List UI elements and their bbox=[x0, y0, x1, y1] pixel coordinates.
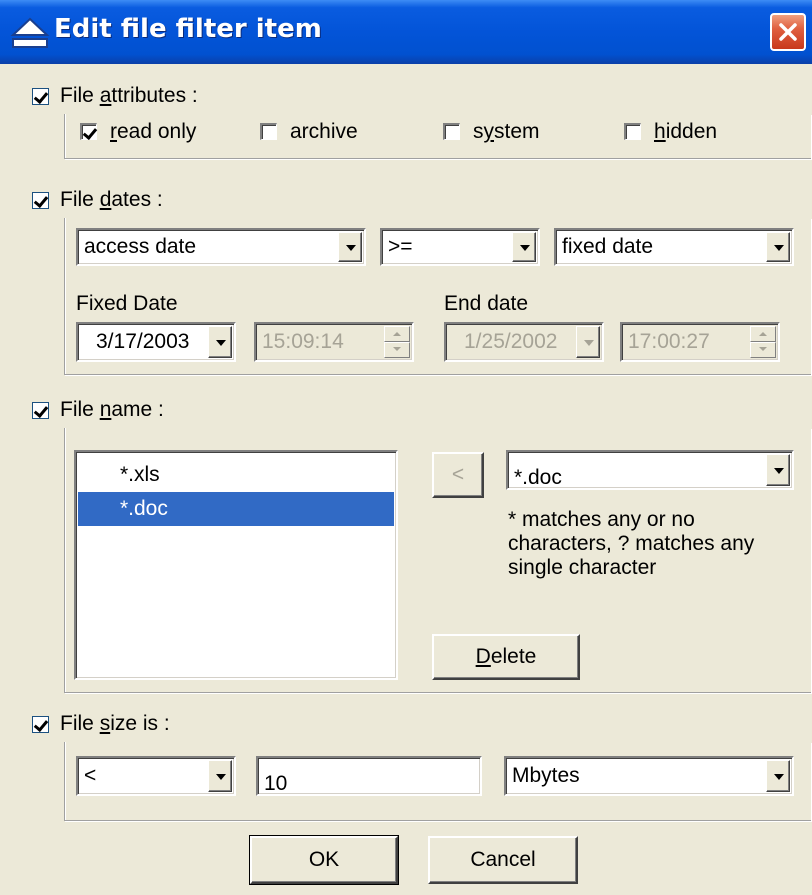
file-name-checkbox[interactable] bbox=[32, 402, 49, 419]
hidden-checkbox[interactable] bbox=[624, 123, 641, 140]
fixed-time-field[interactable]: 15:09:14 bbox=[254, 322, 414, 362]
close-icon bbox=[779, 23, 797, 41]
size-unit-select[interactable]: Mbytes bbox=[504, 756, 794, 796]
list-item[interactable]: *.xls bbox=[78, 458, 394, 492]
edit-file-filter-dialog: Edit file filter item File attributes : … bbox=[0, 0, 812, 895]
time-spinner[interactable] bbox=[384, 326, 410, 358]
cancel-button[interactable]: Cancel bbox=[428, 836, 578, 884]
file-dates-checkbox[interactable] bbox=[32, 192, 49, 209]
size-value-input[interactable]: 10 bbox=[256, 756, 482, 796]
chevron-down-icon[interactable] bbox=[208, 760, 232, 792]
file-attributes-checkbox[interactable] bbox=[32, 88, 49, 105]
system-checkbox[interactable] bbox=[443, 123, 460, 140]
chevron-down-icon[interactable] bbox=[338, 232, 362, 262]
add-pattern-button[interactable]: < bbox=[432, 452, 484, 498]
eject-icon bbox=[10, 17, 50, 48]
read-only-label: read only bbox=[110, 120, 197, 143]
window-title: Edit file filter item bbox=[54, 14, 322, 44]
wildcard-hint: * matches any or no characters, ? matche… bbox=[508, 508, 755, 579]
read-only-checkbox[interactable] bbox=[80, 123, 97, 140]
file-size-label: File size is : bbox=[60, 712, 170, 735]
file-name-label: File name : bbox=[60, 398, 164, 421]
end-date-label: End date bbox=[444, 292, 529, 315]
chevron-down-icon[interactable] bbox=[576, 326, 600, 358]
close-button[interactable] bbox=[770, 13, 806, 51]
delete-button[interactable]: Delete bbox=[432, 634, 580, 680]
file-dates-label: File dates : bbox=[60, 188, 163, 211]
pattern-input-combo[interactable]: *.doc bbox=[506, 450, 794, 490]
chevron-down-icon[interactable] bbox=[512, 232, 536, 262]
archive-label: archive bbox=[290, 120, 358, 143]
chevron-down-icon[interactable] bbox=[766, 454, 790, 486]
pattern-list[interactable]: *.xls *.doc bbox=[74, 450, 398, 680]
date-type-select[interactable]: access date bbox=[76, 228, 366, 266]
size-operator-select[interactable]: < bbox=[76, 756, 236, 796]
file-attributes-label: File attributes : bbox=[60, 84, 198, 107]
hidden-label: hidden bbox=[654, 120, 718, 143]
chevron-down-icon[interactable] bbox=[208, 326, 232, 358]
ok-button[interactable]: OK bbox=[249, 835, 399, 885]
fixed-date-picker[interactable]: 3/17/2003 bbox=[76, 322, 236, 362]
date-operator-select[interactable]: >= bbox=[380, 228, 540, 266]
file-size-checkbox[interactable] bbox=[32, 716, 49, 733]
time-spinner[interactable] bbox=[750, 326, 776, 358]
end-time-field[interactable]: 17:00:27 bbox=[620, 322, 780, 362]
system-label: system bbox=[473, 120, 540, 143]
fixed-date-label: Fixed Date bbox=[76, 292, 178, 315]
end-date-picker[interactable]: 1/25/2002 bbox=[444, 322, 604, 362]
archive-checkbox[interactable] bbox=[260, 123, 277, 140]
date-mode-select[interactable]: fixed date bbox=[554, 228, 794, 266]
chevron-down-icon[interactable] bbox=[766, 232, 790, 262]
list-item[interactable]: *.doc bbox=[78, 492, 394, 526]
chevron-down-icon[interactable] bbox=[766, 760, 790, 792]
title-bar[interactable]: Edit file filter item bbox=[0, 0, 812, 64]
